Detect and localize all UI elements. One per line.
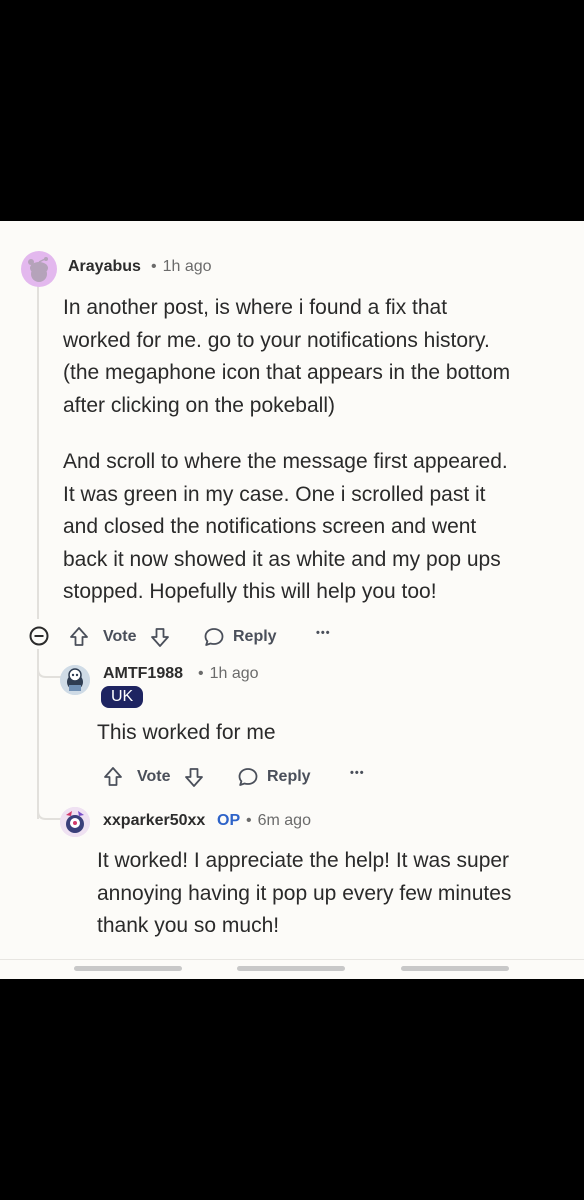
downvote-arrow-icon (185, 768, 203, 787)
reply-timestamp: • 6m ago (246, 812, 311, 829)
avatar[interactable] (60, 665, 90, 695)
reply-username[interactable]: AMTF1988 (103, 665, 183, 683)
nav-indicator (401, 966, 509, 971)
reply-label: Reply (233, 628, 277, 645)
vote-label: Vote (103, 628, 137, 645)
divider (0, 959, 584, 960)
nav-indicator (74, 966, 182, 971)
downvote-arrow-icon (151, 628, 169, 647)
more-options-button[interactable]: ••• (316, 627, 331, 639)
op-badge: OP (217, 812, 241, 829)
upvote-arrow-icon (70, 627, 88, 646)
upvote-button[interactable] (68, 626, 90, 648)
avatar[interactable] (21, 251, 57, 287)
upvote-button[interactable] (102, 766, 124, 788)
comment-thread: Arayabus • 1h ago In another post, is whe… (0, 221, 584, 979)
comment-body-paragraph: In another post, is where i found a fix … (63, 296, 511, 417)
downvote-button[interactable] (149, 626, 171, 648)
collapse-icon (29, 626, 49, 646)
comment-timestamp: • 1h ago (151, 258, 212, 275)
thread-line-main[interactable] (37, 281, 39, 619)
nav-indicator (237, 966, 345, 971)
vote-label: Vote (137, 768, 171, 785)
upvote-arrow-icon (104, 767, 122, 786)
reply-body: It worked! I appreciate the help! It was… (97, 849, 512, 937)
reply-button[interactable]: Reply (203, 626, 277, 648)
user-flair: UK (101, 686, 144, 708)
downvote-button[interactable] (183, 766, 205, 788)
avatar[interactable] (60, 807, 90, 837)
comment-username[interactable]: Arayabus (68, 258, 141, 276)
collapse-button[interactable] (29, 626, 49, 646)
reply-bubble-icon (204, 628, 224, 646)
comment-body-paragraph: And scroll to where the message first ap… (63, 450, 508, 603)
reply-body: This worked for me (97, 721, 276, 744)
reply-username[interactable]: xxparker50xx (103, 812, 205, 830)
snoo-avatar-icon (60, 807, 90, 837)
reply-bubble-icon (238, 768, 258, 786)
reply-button[interactable]: Reply (237, 766, 311, 788)
snoo-avatar-icon (28, 257, 48, 282)
more-options-button[interactable]: ••• (350, 767, 365, 779)
reply-timestamp: • 1h ago (198, 665, 259, 682)
reply-label: Reply (267, 768, 311, 785)
snoo-avatar-icon (60, 665, 90, 695)
